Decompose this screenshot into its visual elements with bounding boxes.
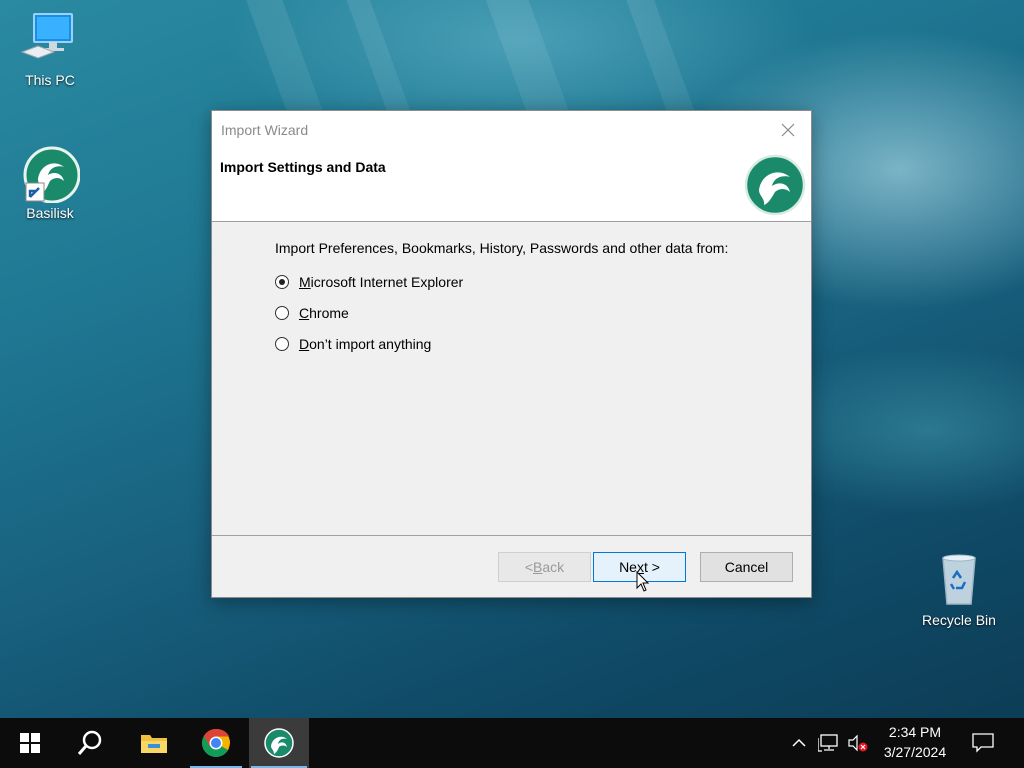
back-button[interactable]: < Back <box>498 552 591 582</box>
notification-icon <box>972 733 994 753</box>
desktop-icon-label: Recycle Bin <box>922 612 996 628</box>
clock-date: 3/27/2024 <box>883 744 947 760</box>
import-source-prompt: Import Preferences, Bookmarks, History, … <box>275 240 729 256</box>
volume-status[interactable] <box>845 718 871 768</box>
wizard-content: Import Preferences, Bookmarks, History, … <box>275 239 795 359</box>
option-label: Microsoft Internet Explorer <box>299 273 464 290</box>
desktop-icon-recycle-bin[interactable]: Recycle Bin <box>918 552 1000 628</box>
windows-logo-icon <box>20 733 40 753</box>
mouse-cursor-icon <box>636 571 650 592</box>
footer-divider <box>212 535 811 536</box>
taskbar-basilisk[interactable] <box>249 718 309 768</box>
dialog-title: Import Wizard <box>221 122 309 138</box>
network-status[interactable] <box>815 718 843 768</box>
chrome-icon <box>202 728 230 757</box>
clock[interactable]: 2:34 PM 3/27/2024 <box>874 718 956 768</box>
desktop-icon-this-pc[interactable]: This PC <box>12 12 88 88</box>
radio-button-checked[interactable] <box>275 274 289 289</box>
cancel-button[interactable]: Cancel <box>700 552 793 582</box>
option-dont-import[interactable]: Don’t import anything <box>275 328 795 359</box>
basilisk-logo-icon <box>744 154 806 216</box>
close-icon <box>781 123 795 137</box>
wizard-page-title: Import Settings and Data <box>220 159 386 175</box>
clock-time: 2:34 PM <box>888 724 942 740</box>
import-wizard-dialog: Import Wizard Import Settings and Data I… <box>211 110 812 598</box>
computer-icon <box>20 12 80 68</box>
taskbar-file-explorer[interactable] <box>126 718 182 768</box>
radio-button[interactable] <box>275 305 289 320</box>
action-center-button[interactable] <box>966 718 1000 768</box>
file-explorer-icon <box>141 735 167 753</box>
search-icon <box>77 730 102 755</box>
search-button[interactable] <box>62 718 118 768</box>
volume-muted-icon <box>848 734 868 752</box>
chevron-up-icon <box>792 738 806 747</box>
desktop-icon-label: This PC <box>25 72 75 88</box>
close-button[interactable] <box>765 111 811 149</box>
wizard-header: Import Settings and Data <box>212 149 811 222</box>
recycle-bin-icon <box>929 552 989 608</box>
radio-button[interactable] <box>275 336 289 351</box>
option-label: Don’t import anything <box>299 335 432 352</box>
start-button[interactable] <box>0 718 60 768</box>
show-hidden-icons-button[interactable] <box>786 718 812 768</box>
network-icon <box>818 734 838 752</box>
basilisk-icon <box>20 145 81 204</box>
option-label: Chrome <box>299 304 349 321</box>
option-chrome[interactable]: Chrome <box>275 297 795 328</box>
taskbar-chrome[interactable] <box>188 718 244 768</box>
desktop-icon-basilisk[interactable]: Basilisk <box>12 145 88 221</box>
taskbar: 2:34 PM 3/27/2024 <box>0 718 1024 768</box>
desktop-icon-label: Basilisk <box>26 205 74 221</box>
basilisk-icon <box>264 728 294 758</box>
dialog-titlebar[interactable]: Import Wizard <box>212 111 811 149</box>
option-internet-explorer[interactable]: Microsoft Internet Explorer <box>275 266 795 297</box>
